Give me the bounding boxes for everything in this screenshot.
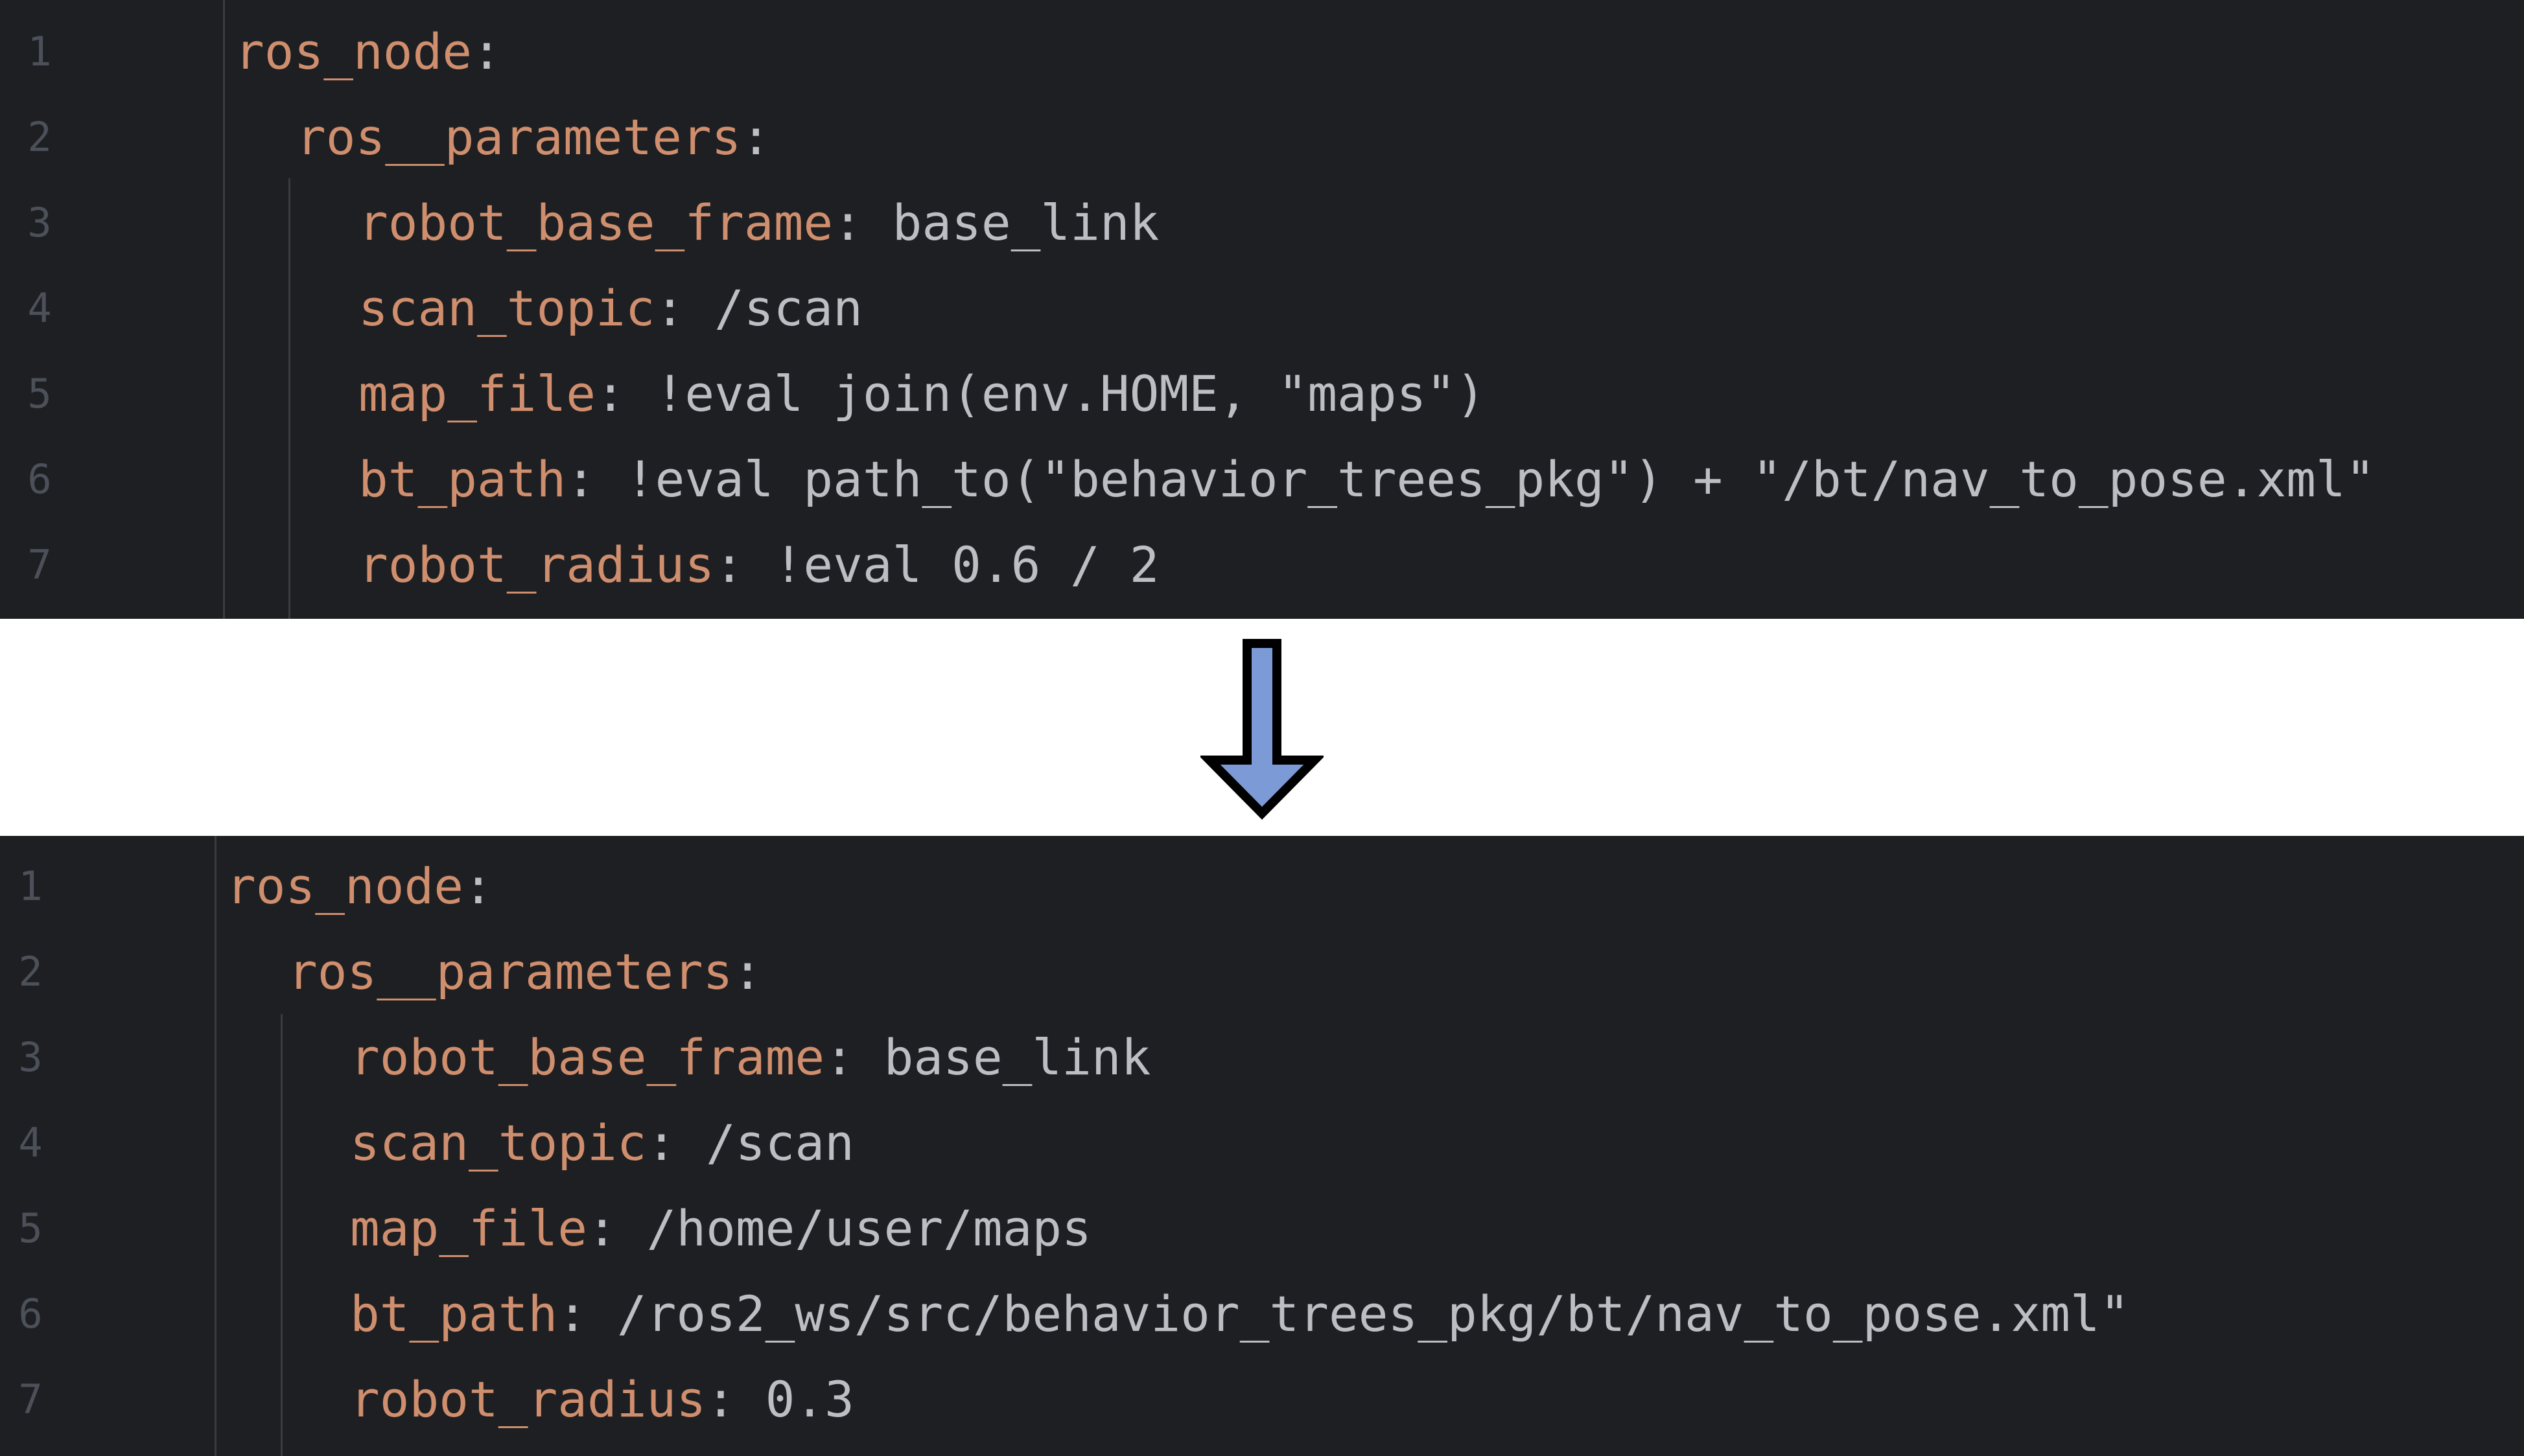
code-line[interactable]: 4 scan_topic: /scan bbox=[0, 266, 2524, 351]
yaml-key: ros_node bbox=[235, 23, 473, 80]
yaml-separator: : bbox=[714, 536, 744, 594]
code-line[interactable]: 3 robot_base_frame: base_link bbox=[0, 1015, 2524, 1100]
yaml-value: !eval 0.6 / 2 bbox=[743, 536, 1160, 594]
line-number: 5 bbox=[27, 370, 52, 417]
yaml-separator: : bbox=[741, 108, 771, 166]
line-number: 2 bbox=[27, 113, 52, 161]
yaml-key: ros__parameters bbox=[288, 943, 733, 1000]
code-line[interactable]: 7 robot_radius: !eval 0.6 / 2 bbox=[0, 522, 2524, 608]
line-number: 7 bbox=[27, 541, 52, 588]
line-number: 4 bbox=[18, 1119, 43, 1166]
code-editor-after[interactable]: 1 ros_node: 2 ros__parameters: 3 robot_b… bbox=[0, 836, 2524, 1456]
code-line[interactable]: 7 robot_radius: 0.3 bbox=[0, 1357, 2524, 1442]
code-line[interactable]: 3 robot_base_frame: base_link bbox=[0, 180, 2524, 266]
code-text: robot_radius: 0.3 bbox=[350, 1357, 854, 1442]
line-number: 4 bbox=[27, 284, 52, 332]
yaml-key: scan_topic bbox=[358, 279, 655, 337]
yaml-key: map_file bbox=[358, 365, 596, 422]
yaml-value: /scan bbox=[684, 279, 863, 337]
code-line[interactable]: 1 ros_node: bbox=[0, 844, 2524, 929]
yaml-key: scan_topic bbox=[350, 1114, 647, 1172]
code-text: scan_topic: /scan bbox=[358, 266, 863, 351]
code-text: ros__parameters: bbox=[296, 95, 771, 180]
code-line[interactable]: 4 scan_topic: /scan bbox=[0, 1100, 2524, 1186]
yaml-value: /scan bbox=[676, 1114, 854, 1172]
code-text: ros__parameters: bbox=[288, 929, 762, 1015]
code-text: ros_node: bbox=[235, 9, 502, 95]
yaml-separator: : bbox=[706, 1370, 736, 1428]
code-line[interactable]: 1 ros_node: bbox=[0, 9, 2524, 95]
code-text: bt_path: !eval path_to("behavior_trees_p… bbox=[358, 437, 2375, 522]
yaml-separator: : bbox=[824, 1028, 854, 1086]
yaml-value: 0.3 bbox=[735, 1370, 854, 1428]
yaml-key: robot_radius bbox=[350, 1370, 707, 1428]
yaml-value: !eval join(env.HOME, "maps") bbox=[625, 365, 1486, 422]
code-text: robot_radius: !eval 0.6 / 2 bbox=[358, 522, 1159, 608]
yaml-separator: : bbox=[587, 1199, 617, 1257]
code-text: robot_base_frame: base_link bbox=[358, 180, 1159, 266]
code-text: map_file: !eval join(env.HOME, "maps") bbox=[358, 351, 1486, 437]
transform-arrow-area bbox=[0, 619, 2524, 836]
yaml-value: /home/user/maps bbox=[616, 1199, 1092, 1257]
line-number: 3 bbox=[27, 199, 52, 246]
yaml-separator: : bbox=[732, 943, 763, 1000]
code-text: ros_node: bbox=[226, 844, 493, 929]
code-text: bt_path: /ros2_ws/src/behavior_trees_pkg… bbox=[350, 1271, 2129, 1357]
code-text: map_file: /home/user/maps bbox=[350, 1186, 1092, 1271]
yaml-value: !eval path_to("behavior_trees_pkg") + "/… bbox=[596, 450, 2376, 508]
yaml-separator: : bbox=[566, 450, 596, 508]
yaml-separator: : bbox=[557, 1285, 588, 1343]
code-text: robot_base_frame: base_link bbox=[350, 1015, 1151, 1100]
code-line[interactable]: 6 bt_path: !eval path_to("behavior_trees… bbox=[0, 437, 2524, 522]
line-number: 1 bbox=[18, 862, 43, 910]
yaml-separator: : bbox=[646, 1114, 677, 1172]
code-line[interactable]: 5 map_file: /home/user/maps bbox=[0, 1186, 2524, 1271]
yaml-key: ros__parameters bbox=[296, 108, 742, 166]
line-number: 1 bbox=[27, 28, 52, 75]
line-number: 3 bbox=[18, 1034, 43, 1081]
code-line[interactable]: 2 ros__parameters: bbox=[0, 929, 2524, 1015]
line-number: 6 bbox=[18, 1290, 43, 1337]
code-editor-before[interactable]: 1 ros_node: 2 ros__parameters: 3 robot_b… bbox=[0, 0, 2524, 619]
yaml-key: robot_radius bbox=[358, 536, 715, 594]
line-number: 2 bbox=[18, 948, 43, 995]
code-line[interactable]: 6 bt_path: /ros2_ws/src/behavior_trees_p… bbox=[0, 1271, 2524, 1357]
yaml-separator: : bbox=[655, 279, 685, 337]
down-arrow-icon bbox=[1200, 639, 1324, 820]
yaml-value: base_link bbox=[862, 194, 1160, 251]
line-number: 5 bbox=[18, 1205, 43, 1252]
yaml-separator: : bbox=[472, 23, 502, 80]
code-text: scan_topic: /scan bbox=[350, 1100, 854, 1186]
code-line[interactable]: 5 map_file: !eval join(env.HOME, "maps") bbox=[0, 351, 2524, 437]
yaml-key: bt_path bbox=[358, 450, 567, 508]
yaml-key: robot_base_frame bbox=[358, 194, 834, 251]
line-number: 6 bbox=[27, 456, 52, 503]
yaml-separator: : bbox=[596, 365, 625, 422]
yaml-value: base_link bbox=[854, 1028, 1151, 1086]
yaml-key: robot_base_frame bbox=[350, 1028, 825, 1086]
code-line[interactable]: 2 ros__parameters: bbox=[0, 95, 2524, 180]
yaml-value: /ros2_ws/src/behavior_trees_pkg/bt/nav_t… bbox=[587, 1285, 2130, 1343]
yaml-separator: : bbox=[833, 194, 863, 251]
yaml-key: bt_path bbox=[350, 1285, 558, 1343]
yaml-key: map_file bbox=[350, 1199, 588, 1257]
yaml-key: ros_node bbox=[226, 857, 464, 915]
line-number: 7 bbox=[18, 1376, 43, 1423]
yaml-separator: : bbox=[463, 857, 493, 915]
